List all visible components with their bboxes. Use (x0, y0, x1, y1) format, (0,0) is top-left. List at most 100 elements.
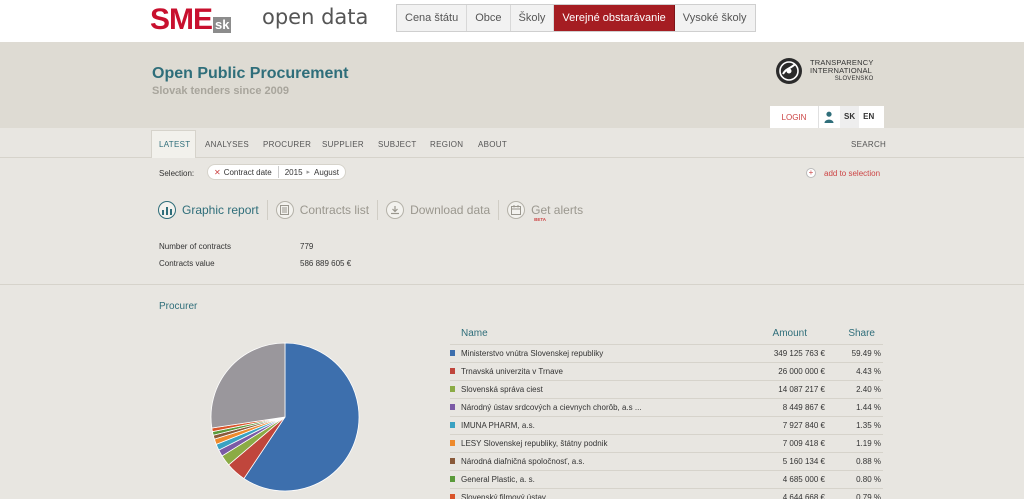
top-navigation: Cena štátu Obce Školy Verejné obstarávan… (396, 4, 756, 32)
contracts-list-button[interactable]: Contracts list (275, 201, 370, 219)
add-to-selection-label: add to selection (824, 168, 881, 178)
col-name-header[interactable]: Name (461, 328, 488, 339)
procurer-share: 1.44 % (856, 403, 881, 412)
get-alerts-button[interactable]: Get alerts BETA (507, 201, 583, 222)
table-row[interactable]: Národná diaľničná spoločnosť, a.s. 5 160 … (450, 452, 883, 469)
document-list-icon (275, 201, 294, 219)
graphic-report-button[interactable]: Graphic report (158, 201, 259, 219)
procurer-share: 0.88 % (856, 457, 881, 466)
procurer-amount: 4 644 668 € (782, 493, 825, 499)
tab-about[interactable]: ABOUT (478, 140, 507, 149)
person-icon (824, 111, 833, 123)
procurer-name[interactable]: Národná diaľničná spoločnosť, a.s. (461, 457, 585, 466)
legend-swatch (450, 440, 455, 446)
procurer-section-title: Procurer (159, 301, 198, 312)
procurer-name[interactable]: LESY Slovenskej republiky, štátny podnik (461, 439, 607, 448)
transparency-international-logo[interactable]: TRANSPARENCY INTERNATIONAL SLOVENSKO (774, 56, 874, 86)
add-to-selection-button[interactable]: + add to selection (806, 168, 880, 178)
procurer-amount: 5 160 134 € (782, 457, 825, 466)
section-divider (0, 284, 1024, 285)
tab-region[interactable]: REGION (430, 140, 463, 149)
graphic-report-label: Graphic report (182, 203, 259, 217)
procurer-amount: 7 927 840 € (782, 421, 825, 430)
legend-swatch (450, 386, 455, 392)
chip-name: Contract date (223, 167, 272, 177)
procurer-share: 1.19 % (856, 439, 881, 448)
procurer-amount: 7 009 418 € (782, 439, 825, 448)
tab-procurer[interactable]: PROCURER (263, 140, 311, 149)
topnav-cena-statu[interactable]: Cena štátu (397, 5, 468, 31)
procurer-name[interactable]: Trnavská univerzita v Trnave (461, 367, 563, 376)
lang-en[interactable]: EN (859, 106, 878, 128)
contracts-count-label: Number of contracts (159, 242, 232, 251)
procurer-amount: 349 125 763 € (773, 349, 825, 358)
partner-name: TRANSPARENCY INTERNATIONAL SLOVENSKO (810, 59, 874, 83)
calendar-icon (507, 201, 526, 219)
procurer-amount: 26 000 000 € (778, 367, 825, 376)
partner-line-3: SLOVENSKO (834, 76, 874, 82)
table-row[interactable]: Ministerstvo vnútra Slovenskej republiky… (450, 344, 883, 361)
tab-supplier[interactable]: SUPPLIER (322, 140, 364, 149)
procurer-name[interactable]: Národný ústav srdcových a cievnych chorô… (461, 403, 642, 412)
remove-filter-icon[interactable]: ✕ (214, 168, 221, 177)
selection-chip[interactable]: ✕ Contract date 2015 ▸ August (207, 164, 346, 180)
logo-suffix: sk (213, 17, 232, 33)
pie-slice[interactable] (210, 342, 286, 429)
procurer-name[interactable]: IMUNA PHARM, a.s. (461, 421, 535, 430)
user-icon[interactable] (818, 106, 838, 128)
logo-main: SME (150, 3, 213, 36)
procurer-amount: 8 449 867 € (782, 403, 825, 412)
selection-row: Selection: ✕ Contract date 2015 ▸ August… (0, 158, 1024, 188)
login-link[interactable]: LOGIN (770, 113, 818, 122)
legend-swatch (450, 368, 455, 374)
chip-year[interactable]: 2015 (285, 168, 303, 177)
procurer-share: 0.80 % (856, 475, 881, 484)
lang-sk[interactable]: SK (840, 106, 860, 128)
topnav-skoly[interactable]: Školy (511, 5, 555, 31)
tab-analyses[interactable]: ANALYSES (205, 140, 249, 149)
table-row[interactable]: General Plastic, a. s. 4 685 000 € 0.80 % (450, 470, 883, 487)
contracts-list-label: Contracts list (299, 203, 370, 217)
tab-subject[interactable]: SUBJECT (378, 140, 417, 149)
top-bar: SME sk open data Cena štátu Obce Školy V… (0, 0, 1024, 42)
chip-month[interactable]: August (314, 168, 339, 177)
topnav-verejne-obstaravanie[interactable]: Verejné obstarávanie (554, 5, 675, 31)
procurer-amount: 4 685 000 € (782, 475, 825, 484)
procurer-share: 4.43 % (856, 367, 881, 376)
procurer-share: 1.35 % (856, 421, 881, 430)
contracts-count-value: 779 (300, 242, 314, 251)
legend-swatch (450, 404, 455, 410)
tool-divider (377, 200, 379, 220)
table-row[interactable]: Slovenský filmový ústav 4 644 668 € 0.79 % (450, 488, 883, 499)
procurer-name[interactable]: Slovenská správa ciest (461, 385, 543, 394)
table-row[interactable]: Trnavská univerzita v Trnave 26 000 000 €… (450, 362, 883, 379)
procurer-name[interactable]: General Plastic, a. s. (461, 475, 535, 484)
sme-logo[interactable]: SME sk (150, 3, 232, 36)
product-name: open data (262, 5, 369, 29)
tab-latest[interactable]: LATEST (159, 140, 190, 149)
col-share-header[interactable]: Share (848, 328, 875, 339)
procurer-name[interactable]: Ministerstvo vnútra Slovenskej republiky (461, 349, 603, 358)
table-row[interactable]: IMUNA PHARM, a.s. 7 927 840 € 1.35 % (450, 416, 883, 433)
section-navigation: LATEST ANALYSES PROCURER SUPPLIER SUBJEC… (0, 128, 1024, 158)
legend-swatch (450, 422, 455, 428)
transparency-emblem-icon (776, 58, 802, 84)
legend-swatch (450, 476, 455, 482)
col-amount-header[interactable]: Amount (773, 328, 807, 339)
table-row[interactable]: LESY Slovenskej republiky, štátny podnik… (450, 434, 883, 451)
procurer-pie-chart (210, 342, 360, 492)
bar-chart-icon (158, 201, 176, 219)
beta-badge: BETA (534, 217, 547, 222)
chip-divider (277, 166, 279, 178)
download-data-label: Download data (410, 203, 491, 217)
procurer-name[interactable]: Slovenský filmový ústav (461, 493, 546, 499)
topnav-obce[interactable]: Obce (467, 5, 511, 31)
partner-line-2: INTERNATIONAL (810, 66, 873, 75)
user-bar: LOGIN SK EN (770, 106, 884, 128)
download-data-button[interactable]: Download data (386, 201, 490, 219)
table-row[interactable]: Slovenská správa ciest 14 087 217 € 2.40 % (450, 380, 883, 397)
tab-search[interactable]: SEARCH (851, 140, 886, 149)
topnav-vysoke-skoly[interactable]: Vysoké školy (675, 5, 755, 31)
legend-swatch (450, 350, 455, 356)
table-row[interactable]: Národný ústav srdcových a cievnych chorô… (450, 398, 883, 415)
